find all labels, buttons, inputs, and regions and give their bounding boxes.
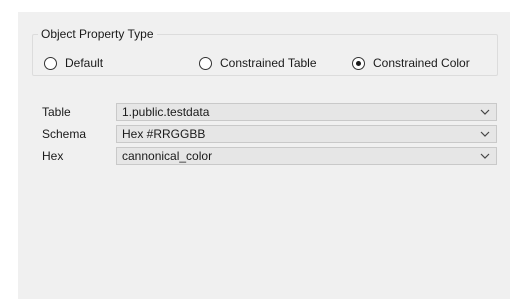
radio-constrained-color-label: Constrained Color [373, 56, 470, 70]
hex-label: Hex [42, 149, 64, 163]
chevron-down-icon[interactable] [474, 104, 496, 120]
radio-constrained-table-label: Constrained Table [220, 56, 317, 70]
table-dropdown[interactable]: 1.public.testdata [116, 103, 497, 121]
radio-default[interactable]: Default [44, 55, 103, 71]
schema-dropdown-value: Hex #RRGGBB [122, 127, 206, 141]
schema-dropdown[interactable]: Hex #RRGGBB [116, 125, 497, 143]
radio-constrained-table-indicator[interactable] [199, 56, 212, 70]
hex-dropdown[interactable]: cannonical_color [116, 147, 497, 165]
chevron-down-icon[interactable] [474, 126, 496, 142]
chevron-down-icon[interactable] [474, 148, 496, 164]
radio-constrained-color[interactable]: Constrained Color [352, 55, 470, 71]
object-property-type-title: Object Property Type [38, 26, 157, 42]
radio-default-label: Default [65, 56, 104, 70]
object-property-panel: Object Property Type Default Constrained… [18, 12, 510, 299]
radio-default-indicator[interactable] [44, 56, 57, 70]
radio-constrained-table[interactable]: Constrained Table [199, 55, 317, 71]
hex-dropdown-value: cannonical_color [122, 149, 213, 163]
radio-constrained-color-indicator[interactable] [352, 56, 365, 70]
table-label: Table [42, 105, 71, 119]
schema-label: Schema [42, 127, 87, 141]
table-dropdown-value: 1.public.testdata [122, 105, 210, 119]
